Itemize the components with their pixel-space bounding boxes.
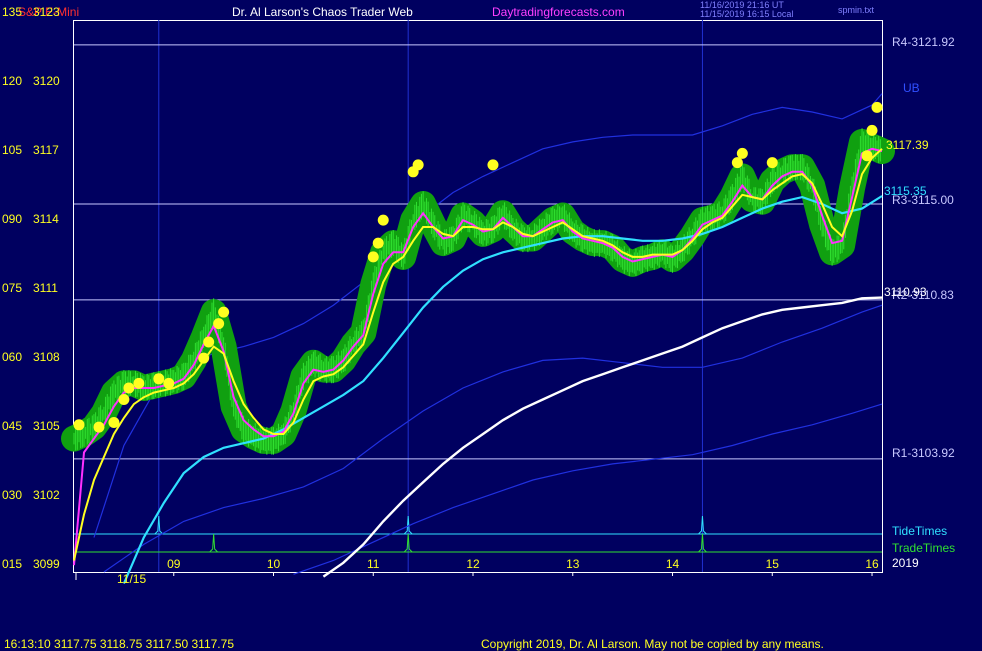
date-label: 11/15 xyxy=(117,572,147,586)
file-name: spmin.txt xyxy=(838,5,875,15)
turn-dot xyxy=(108,417,120,428)
y-axis-price-label: 3111 xyxy=(33,281,58,295)
turn-dot xyxy=(377,214,389,226)
y-axis-osc-label: 060 xyxy=(2,350,23,364)
x-tick-label: 09 xyxy=(167,557,181,571)
y-axis-osc-label: 105 xyxy=(2,143,23,157)
last-quote: 16:13:10 3117.75 3118.75 3117.50 3117.75 xyxy=(4,637,234,651)
tide-times-label: TideTimes xyxy=(892,524,948,538)
local-timestamp: 11/15/2019 16:15 Local xyxy=(700,9,794,19)
x-tick-label: 11 xyxy=(367,557,380,571)
value-label-yellow: 3117.39 xyxy=(886,138,929,152)
turn-dot xyxy=(153,373,165,385)
white-line xyxy=(322,296,883,578)
site-title: Dr. Al Larson's Chaos Trader Web xyxy=(232,5,413,19)
turn-dot xyxy=(871,101,883,113)
x-tick-label: 13 xyxy=(566,557,580,571)
y-axis-osc-label: 120 xyxy=(2,74,23,88)
turn-dot xyxy=(412,159,424,171)
turn-dot xyxy=(198,352,210,364)
turn-dot xyxy=(203,336,215,348)
pivot-label-r4: R4-3121.92 xyxy=(892,35,955,49)
turn-dot xyxy=(861,150,873,162)
turn-dot xyxy=(736,147,748,159)
value-label-white: 3110.93 xyxy=(884,285,927,299)
pivot-label-r1: R1-3103.92 xyxy=(892,446,955,460)
turn-dot xyxy=(118,394,130,405)
y-axis-price-label: 3102 xyxy=(33,488,60,502)
turn-dot xyxy=(372,237,384,249)
turn-dot xyxy=(487,159,499,171)
x-tick-label: 12 xyxy=(466,557,480,571)
turn-dot xyxy=(866,124,878,136)
price-halo xyxy=(61,128,895,454)
turn-dot xyxy=(163,377,175,389)
x-tick-label: 14 xyxy=(666,557,680,571)
x-tick-label: 15 xyxy=(766,557,780,571)
y-axis-price-label: 3117 xyxy=(33,143,59,157)
y-axis-price-label: 3105 xyxy=(33,419,60,433)
turn-dot xyxy=(133,377,145,389)
copyright: Copyright 2019, Dr. Al Larson. May not b… xyxy=(481,637,824,651)
timing-spike xyxy=(209,533,219,553)
turn-dot xyxy=(218,306,230,318)
y-axis-price-label: 3120 xyxy=(33,74,60,88)
pivot-label-r3: R3-3115.00 xyxy=(892,193,954,207)
trade-times-label: TradeTimes xyxy=(892,541,956,555)
band-label-ub: UB xyxy=(903,81,920,95)
turn-dot xyxy=(766,157,778,169)
turn-dot xyxy=(123,382,135,394)
y-axis-price-label: 3099 xyxy=(33,557,60,571)
y-axis-osc-label: 075 xyxy=(2,281,23,295)
year-label: 2019 xyxy=(892,556,919,570)
y-axis-osc-label: 030 xyxy=(2,488,23,502)
chart-frame xyxy=(73,20,883,573)
y-axis-osc-label: 135 xyxy=(2,5,23,19)
chart-canvas: 09 10 11 12 13 14 15 16 xyxy=(61,20,895,584)
y-axis-osc-label: 015 xyxy=(2,557,23,571)
turn-dot xyxy=(73,419,85,431)
y-axis-price-label: 3123 xyxy=(33,5,60,19)
y-axis-osc-label: 090 xyxy=(2,212,23,226)
x-tick-label: 16 xyxy=(865,557,879,571)
y-axis-osc-label: 045 xyxy=(2,419,23,433)
turn-dot xyxy=(93,421,105,433)
y-axis-price-label: 3108 xyxy=(33,350,60,364)
website-link[interactable]: Daytradingforecasts.com xyxy=(492,5,625,19)
x-tick-label: 10 xyxy=(267,557,281,571)
band-line xyxy=(293,403,883,575)
turn-dot xyxy=(367,251,379,263)
turn-dot xyxy=(213,318,225,330)
y-axis-price-label: 3114 xyxy=(33,212,59,226)
